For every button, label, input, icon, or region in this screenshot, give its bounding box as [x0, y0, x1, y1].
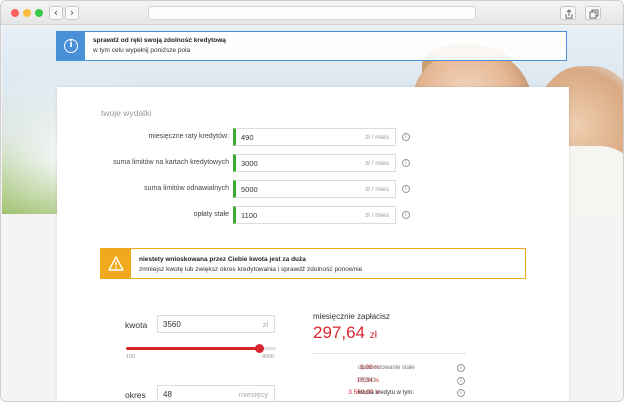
slider-min-label: 100: [126, 354, 136, 360]
loan-installments-input[interactable]: 490 zł / mies: [233, 128, 396, 146]
tabs-icon: [589, 9, 599, 19]
monthly-payment-amount: 297,64 zł: [313, 323, 377, 342]
help-icon[interactable]: i: [457, 389, 465, 397]
info-banner-title: sprawdź od ręki swoją zdolność kredytową: [93, 37, 226, 44]
address-bar[interactable]: [148, 6, 476, 20]
info-banner-subtitle: w tym celu wypełnij poniższe pola: [93, 47, 191, 54]
expenses-title: twoje wydatki: [101, 108, 152, 118]
close-window-button[interactable]: [11, 9, 19, 17]
revolving-limits-input[interactable]: 5000 zł / mies: [233, 180, 396, 198]
maximize-window-button[interactable]: [35, 9, 43, 17]
warning-subtitle: zmniejsz kwotę lub zwiększ okres kredyto…: [139, 266, 363, 273]
amount-input[interactable]: 3560 zł: [157, 315, 275, 333]
help-icon[interactable]: i: [402, 159, 410, 167]
amount-slider-handle[interactable]: [255, 344, 265, 353]
expense-label-card-limits: suma limitów na kartach kredytowych: [113, 159, 229, 166]
amount-slider[interactable]: [126, 344, 276, 353]
browser-window: ‹ › i sprawdź od ręki swoją zdolność kre…: [0, 0, 624, 402]
back-button[interactable]: ‹: [49, 6, 63, 20]
warning-banner: niestety wnioskowana przez Ciebie kwota …: [100, 248, 526, 279]
loan-amount-label: kwota kredytu w tym:: [358, 390, 415, 396]
help-icon[interactable]: i: [402, 211, 410, 219]
calculator-card: twoje wydatki miesięczne raty kredytów: …: [57, 87, 569, 401]
amount-label: kwota: [125, 320, 148, 330]
browser-titlebar: ‹ ›: [1, 1, 623, 25]
divider: [313, 353, 465, 354]
warning-icon: [101, 249, 131, 278]
expense-label-loan-installments: miesięczne raty kredytów:: [148, 133, 229, 140]
info-banner: i sprawdź od ręki swoją zdolność kredyto…: [56, 31, 567, 61]
help-icon[interactable]: i: [402, 133, 410, 141]
interest-rate-label: oprocentowanie stałe: [358, 365, 415, 371]
help-icon[interactable]: i: [402, 185, 410, 193]
tabs-button[interactable]: [585, 6, 601, 20]
fixed-costs-input[interactable]: 1100 zł / mies: [233, 206, 396, 224]
warning-title: niestety wnioskowana przez Ciebie kwota …: [139, 256, 306, 263]
slider-max-label: 4000: [262, 354, 275, 360]
expense-label-revolving-limits: suma limitów odnawialnych: [144, 185, 229, 192]
share-button[interactable]: [560, 6, 576, 20]
info-icon: i: [57, 32, 85, 60]
rrso-label: RRSO: [358, 378, 376, 384]
period-label: okres: [125, 390, 146, 400]
share-icon: [565, 9, 573, 19]
period-input[interactable]: 48 miesięcy: [157, 385, 275, 401]
monthly-payment-label: miesięcznie zapłacisz: [313, 312, 390, 321]
forward-button[interactable]: ›: [65, 6, 79, 20]
help-icon[interactable]: i: [457, 364, 465, 372]
amount-slider-fill: [126, 347, 260, 350]
expense-label-fixed-costs: opłaty stałe: [193, 211, 229, 218]
card-limits-input[interactable]: 3000 zł / mies: [233, 154, 396, 172]
minimize-window-button[interactable]: [23, 9, 31, 17]
help-icon[interactable]: i: [457, 377, 465, 385]
